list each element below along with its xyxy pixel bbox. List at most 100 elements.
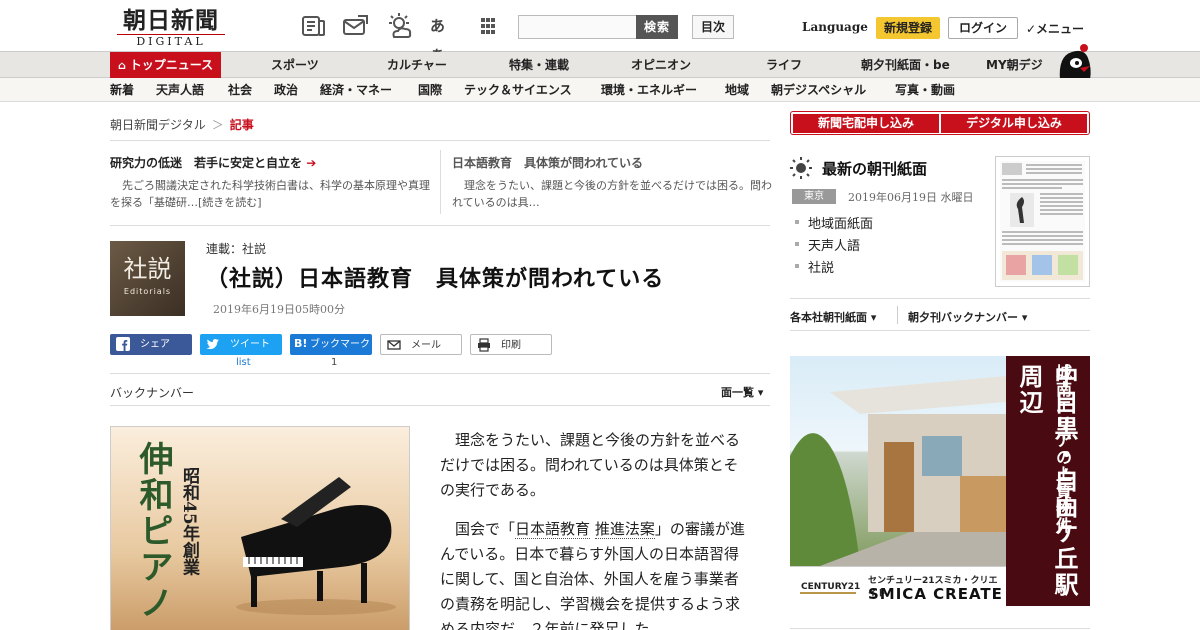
piano-advertisement[interactable]: 伸和ピアノ 昭和45年創業 (110, 426, 410, 630)
nav2-tenseijingo[interactable]: 天声人語 (156, 78, 204, 102)
real-estate-advertisement[interactable]: CENTURY21 センチュリー21スミカ・クリエイト SMICA CREATE… (790, 356, 1090, 606)
site-logo[interactable]: 朝日新聞 DIGITAL (113, 8, 229, 48)
badge-sub: Editorials (123, 287, 172, 296)
bullet-icon (795, 220, 799, 224)
logo-main-text: 朝日新聞 (123, 7, 219, 34)
language-link[interactable]: Language (802, 20, 868, 34)
related-excerpt: 理念をうたい、課題と今後の方針を並べるだけでは困る。問われているのは具… (452, 179, 772, 209)
hatena-bookmark-button[interactable]: B! ブックマーク (290, 334, 372, 355)
home-icon: ⌂ (118, 59, 130, 72)
related-excerpt: 先ごろ閣議決定された科学技術白書は、科学の基本原理や真理を探る「基礎研…[続きを… (110, 179, 430, 209)
backnumber-label: バックナンバー (110, 386, 195, 400)
nav-top-news[interactable]: ⌂ トップニュース (110, 52, 222, 78)
nav-paper-be[interactable]: 朝夕刊紙面・be (861, 52, 950, 78)
latest-paper-title: 最新の朝刊紙面 (822, 160, 928, 178)
subscribe-digital-button[interactable]: デジタル申し込み (941, 114, 1087, 133)
nav2-economy[interactable]: 経済・マネー (320, 78, 392, 102)
nav2-environment[interactable]: 環境・エネルギー (601, 78, 697, 102)
arrow-right-icon: ➔ (306, 156, 317, 170)
divider (110, 373, 770, 374)
bullet-icon (795, 264, 799, 268)
regional-paper-select[interactable]: 各本社朝刊紙面 ▾ (790, 309, 876, 325)
nav2-new[interactable]: 新着 (110, 78, 134, 102)
paper-link[interactable]: 地域面紙面 (808, 213, 873, 232)
paper-link[interactable]: 社説 (808, 257, 834, 276)
register-button[interactable]: 新規登録 (876, 17, 940, 39)
breadcrumb-home[interactable]: 朝日新聞デジタル (110, 118, 206, 132)
article-headline: （社説）日本語教育 具体策が問われている (206, 267, 665, 292)
piano-ad-subtitle: 昭和45年創業 (179, 467, 199, 576)
related-title[interactable]: 研究力の低迷 若手に安定と自立を (110, 156, 302, 170)
site-header: 朝日新聞 DIGITAL あぁ 検索 目次 Language 新規登録 ログイン… (0, 0, 1200, 63)
nav-opinion[interactable]: オピニオン (631, 52, 691, 78)
search-button[interactable]: 検索 (636, 15, 678, 39)
nav-life[interactable]: ライフ (766, 52, 802, 78)
envelope-icon (387, 338, 401, 352)
subscribe-buttons: 新聞宅配申し込み デジタル申し込み (790, 111, 1090, 135)
divider (897, 306, 898, 324)
related-article[interactable]: 研究力の低迷 若手に安定と自立を ➔ 先ごろ閣議決定された科学技術白書は、科学の… (110, 154, 430, 211)
article-body: 理念をうたい、課題と今後の方針を並べるだけでは困る。問われているのは具体策とその… (440, 428, 750, 630)
series-label[interactable]: 連載：社説 (206, 240, 266, 257)
sun-icon (790, 157, 812, 179)
search-input[interactable] (518, 15, 636, 39)
mail-icon[interactable] (342, 12, 370, 40)
publish-date: 2019年6月19日05時00分 (213, 303, 345, 316)
toc-button[interactable]: 目次 (692, 15, 734, 39)
ad-brand-strip: CENTURY21 センチュリー21スミカ・クリエイト SMICA CREATE (790, 566, 1006, 606)
bullet-icon (795, 242, 799, 246)
nav2-region[interactable]: 地域 (725, 78, 749, 102)
breadcrumb: 朝日新聞デジタル ＞ 記事 (110, 116, 254, 133)
login-button[interactable]: ログイン (948, 17, 1018, 39)
page-list-dropdown[interactable]: 面一覧 ▾ (721, 384, 763, 400)
nav-sports[interactable]: スポーツ (271, 52, 319, 78)
subscribe-paper-button[interactable]: 新聞宅配申し込み (793, 114, 939, 133)
facebook-share-button[interactable]: シェア (110, 334, 192, 355)
divider (790, 298, 1090, 299)
primary-nav: ⌂ トップニュース スポーツ カルチャー 特集・連載 オピニオン ライフ 朝夕刊… (0, 52, 1200, 78)
related-title[interactable]: 日本語教育 具体策が問われている (452, 154, 772, 171)
related-article[interactable]: 日本語教育 具体策が問われている 理念をうたい、課題と今後の方針を並べるだけでは… (452, 154, 772, 211)
mail-share-button[interactable]: メール (380, 334, 462, 355)
ad-headline: 中目黒・自由ケ丘駅周辺 (1015, 364, 1079, 598)
nav2-photo-video[interactable]: 写真・動画 (895, 78, 955, 102)
twitter-icon (206, 337, 220, 351)
nav-features[interactable]: 特集・連載 (509, 52, 569, 78)
grid-menu-icon[interactable] (474, 12, 502, 40)
breadcrumb-current: 記事 (229, 118, 254, 132)
century21-logo: CENTURY21 (798, 577, 860, 597)
paper-link[interactable]: 天声人語 (808, 235, 860, 254)
paper-thumbnail[interactable] (995, 156, 1090, 287)
nav2-tech-science[interactable]: テック＆サイエンス (464, 78, 572, 102)
print-button[interactable]: 印刷 (470, 334, 552, 355)
region-badge: 東京 (792, 189, 836, 204)
newspaper-icon[interactable] (300, 12, 328, 40)
badge-main: 社説 (123, 255, 172, 283)
piano-ad-title: 伸和ピアノ (133, 441, 173, 621)
keyword-link[interactable]: 推進法案 (594, 520, 655, 539)
weather-icon[interactable] (386, 12, 414, 40)
nav2-society[interactable]: 社会 (228, 78, 252, 102)
divider (110, 225, 770, 226)
nav-culture[interactable]: カルチャー (387, 52, 447, 78)
menu-button[interactable]: ✓メニュー (1026, 20, 1084, 37)
twitter-tweet-button[interactable]: ツイート (200, 334, 282, 355)
editorial-badge[interactable]: 社説 Editorials (110, 241, 185, 316)
keyword-link[interactable]: 日本語教育 (515, 520, 591, 539)
house-photo (790, 356, 1006, 566)
divider (790, 330, 1090, 331)
nav2-international[interactable]: 国際 (418, 78, 442, 102)
nav2-special[interactable]: 朝デジスペシャル (771, 78, 866, 102)
breadcrumb-separator: ＞ (211, 118, 224, 132)
ad-vertical-text: 城南エリアの上質物件 中目黒・自由ケ丘駅周辺 (1006, 356, 1090, 606)
backnumber-select[interactable]: 朝夕刊バックナンバー ▾ (908, 309, 1027, 325)
paper-date: 2019年06月19日 水曜日 (848, 191, 974, 204)
hatena-count: 1 (331, 357, 338, 368)
grand-piano-icon (221, 467, 401, 617)
twitter-count[interactable]: list (236, 357, 251, 368)
mascot-icon[interactable] (1054, 44, 1094, 80)
nav2-politics[interactable]: 政治 (274, 78, 298, 102)
nav-my-asadigi[interactable]: MY朝デジ (986, 52, 1043, 78)
article-paragraph: 理念をうたい、課題と今後の方針を並べるだけでは困る。問われているのは具体策とその… (440, 431, 741, 499)
font-size-icon[interactable]: あぁ (430, 12, 458, 63)
